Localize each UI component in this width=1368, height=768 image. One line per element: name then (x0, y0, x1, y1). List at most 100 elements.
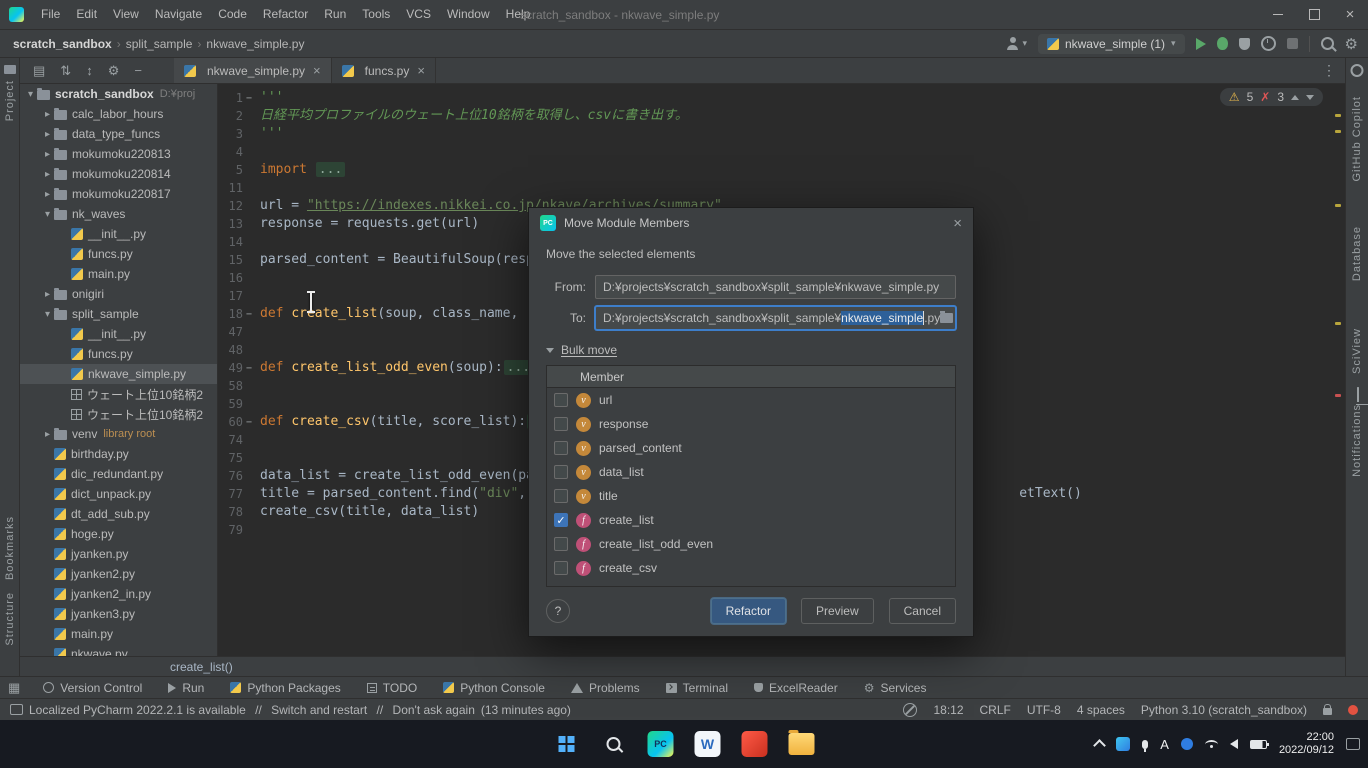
tree-item-nkwave_simple.py[interactable]: nkwave_simple.py (20, 364, 217, 384)
notification-center-icon[interactable] (1346, 738, 1360, 750)
windows-start-button[interactable] (553, 730, 581, 758)
cancel-button[interactable]: Cancel (889, 598, 956, 624)
expand-toggle-icon[interactable]: ▾ (24, 89, 37, 100)
encoding-indicator[interactable]: UTF-8 (1027, 703, 1061, 717)
tree-item-calc_labor_hours[interactable]: ▸calc_labor_hours (20, 104, 217, 124)
expand-toggle-icon[interactable]: ▸ (41, 109, 54, 120)
stop-button[interactable] (1287, 38, 1298, 49)
github-copilot-icon[interactable] (1351, 64, 1364, 77)
tab-nkwave_simple.py[interactable]: nkwave_simple.py× (174, 58, 332, 83)
settings-gear-icon[interactable] (1345, 35, 1358, 53)
tree-item-dt_add_sub.py[interactable]: dt_add_sub.py (20, 504, 217, 524)
lock-icon[interactable] (1323, 708, 1332, 715)
tree-item-main.py[interactable]: main.py (20, 264, 217, 284)
taskbar-search-button[interactable] (600, 730, 628, 758)
tree-item-jyanken2.py[interactable]: jyanken2.py (20, 564, 217, 584)
debug-button[interactable] (1217, 37, 1228, 50)
tray-expand-chevron-icon[interactable] (1093, 739, 1106, 752)
tree-item-ウェート上位10銘柄2[interactable]: ウェート上位10銘柄2 (20, 404, 217, 424)
menu-tools[interactable]: Tools (354, 0, 398, 29)
pycharm-logo-icon[interactable] (9, 7, 24, 22)
toolwindow-stripe-project[interactable]: Project (0, 80, 19, 121)
tree-item-ウェート上位10銘柄2[interactable]: ウェート上位10銘柄2 (20, 384, 217, 404)
line-ending-indicator[interactable]: CRLF (980, 703, 1011, 717)
toolwindow-problems[interactable]: Problems (558, 681, 653, 695)
from-path-input[interactable]: D:¥projects¥scratch_sandbox¥split_sample… (595, 275, 956, 299)
menu-edit[interactable]: Edit (68, 0, 105, 29)
member-row-title[interactable]: vtitle (547, 484, 955, 508)
dialog-close-icon[interactable]: × (953, 215, 962, 232)
tree-item-mokumoku220814[interactable]: ▸mokumoku220814 (20, 164, 217, 184)
tree-item-__init__.py[interactable]: __init__.py (20, 324, 217, 344)
browse-folder-icon[interactable] (940, 313, 953, 323)
dont-ask-again-link[interactable]: Don't ask again (393, 703, 475, 717)
tree-item-jyanken.py[interactable]: jyanken.py (20, 544, 217, 564)
tree-item-dict_unpack.py[interactable]: dict_unpack.py (20, 484, 217, 504)
tray-blue-dot-icon[interactable] (1181, 738, 1193, 750)
error-stripe-scrollbar[interactable] (1333, 84, 1343, 656)
member-row-create_list[interactable]: ✓fcreate_list (547, 508, 955, 532)
tab-funcs.py[interactable]: funcs.py× (332, 58, 436, 83)
inspections-widget[interactable]: ⚠ 5 ✗ 3 (1220, 88, 1323, 106)
member-row-response[interactable]: vresponse (547, 412, 955, 436)
tree-item-data_type_funcs[interactable]: ▸data_type_funcs (20, 124, 217, 144)
member-checkbox[interactable] (554, 561, 568, 575)
member-row-parsed_content[interactable]: vparsed_content (547, 436, 955, 460)
dialog-title-bar[interactable]: Move Module Members × (529, 208, 973, 238)
tab-close-icon[interactable]: × (313, 63, 321, 78)
caret-position[interactable]: 18:12 (933, 703, 963, 717)
tree-item-mokumoku220813[interactable]: ▸mokumoku220813 (20, 144, 217, 164)
search-everywhere-icon[interactable] (1321, 37, 1334, 50)
member-checkbox[interactable]: ✓ (554, 513, 568, 527)
to-path-input[interactable]: D:¥projects¥scratch_sandbox¥split_sample… (595, 306, 956, 330)
breadcrumb-item[interactable]: split_sample (123, 37, 196, 51)
fold-marker-icon[interactable]: − (243, 309, 255, 320)
toolwindow-stripe-notifications[interactable]: Notifications (1346, 404, 1368, 477)
taskbar-explorer-button[interactable] (788, 730, 816, 758)
ime-indicator[interactable]: A (1160, 737, 1169, 752)
taskbar-red-app-button[interactable] (741, 730, 769, 758)
hide-panel-icon[interactable]: − (134, 64, 142, 77)
network-offline-icon[interactable] (903, 703, 917, 717)
tab-options-menu-icon[interactable]: ⋮ (1313, 58, 1345, 83)
member-checkbox[interactable] (554, 489, 568, 503)
toolwindow-stripe-sciview[interactable]: SciView (1346, 328, 1368, 374)
fold-marker-icon[interactable]: − (243, 93, 255, 104)
select-opened-file-icon[interactable]: ▤ (33, 64, 45, 77)
tree-item-__init__.py[interactable]: __init__.py (20, 224, 217, 244)
tree-item-hoge.py[interactable]: hoge.py (20, 524, 217, 544)
microphone-icon[interactable] (1142, 740, 1148, 749)
tree-item-nkwave.py[interactable]: nkwave.py (20, 644, 217, 656)
expand-toggle-icon[interactable]: ▾ (41, 309, 54, 320)
fold-marker-icon[interactable]: − (243, 363, 255, 374)
refactor-button[interactable]: Refactor (711, 598, 786, 624)
tree-item-mokumoku220817[interactable]: ▸mokumoku220817 (20, 184, 217, 204)
member-row-data_list[interactable]: vdata_list (547, 460, 955, 484)
tree-item-funcs.py[interactable]: funcs.py (20, 244, 217, 264)
tree-item-split_sample[interactable]: ▾split_sample (20, 304, 217, 324)
current-scope-breadcrumb[interactable]: create_list() (170, 660, 233, 674)
menu-navigate[interactable]: Navigate (147, 0, 210, 29)
member-row-url[interactable]: vurl (547, 388, 955, 412)
tree-item-venv[interactable]: ▸venvlibrary root (20, 424, 217, 444)
member-checkbox[interactable] (554, 417, 568, 431)
menu-view[interactable]: View (105, 0, 147, 29)
menu-run[interactable]: Run (316, 0, 354, 29)
breadcrumb-item[interactable]: nkwave_simple.py (203, 37, 307, 51)
member-checkbox[interactable] (554, 465, 568, 479)
member-checkbox[interactable] (554, 393, 568, 407)
tree-item-main.py[interactable]: main.py (20, 624, 217, 644)
menu-vcs[interactable]: VCS (398, 0, 439, 29)
minimize-button[interactable] (1260, 0, 1296, 30)
switch-and-restart-link[interactable]: Switch and restart (271, 703, 367, 717)
notification-dot-icon[interactable] (1348, 705, 1358, 715)
tray-app-icon[interactable] (1116, 737, 1130, 751)
preview-button[interactable]: Preview (801, 598, 874, 624)
menu-file[interactable]: File (33, 0, 68, 29)
tab-close-icon[interactable]: × (417, 63, 425, 78)
menu-code[interactable]: Code (210, 0, 255, 29)
fold-marker-icon[interactable]: − (243, 417, 255, 428)
previous-problem-icon[interactable] (1291, 95, 1299, 100)
tree-item-dic_redundant.py[interactable]: dic_redundant.py (20, 464, 217, 484)
help-button[interactable]: ? (546, 599, 570, 623)
